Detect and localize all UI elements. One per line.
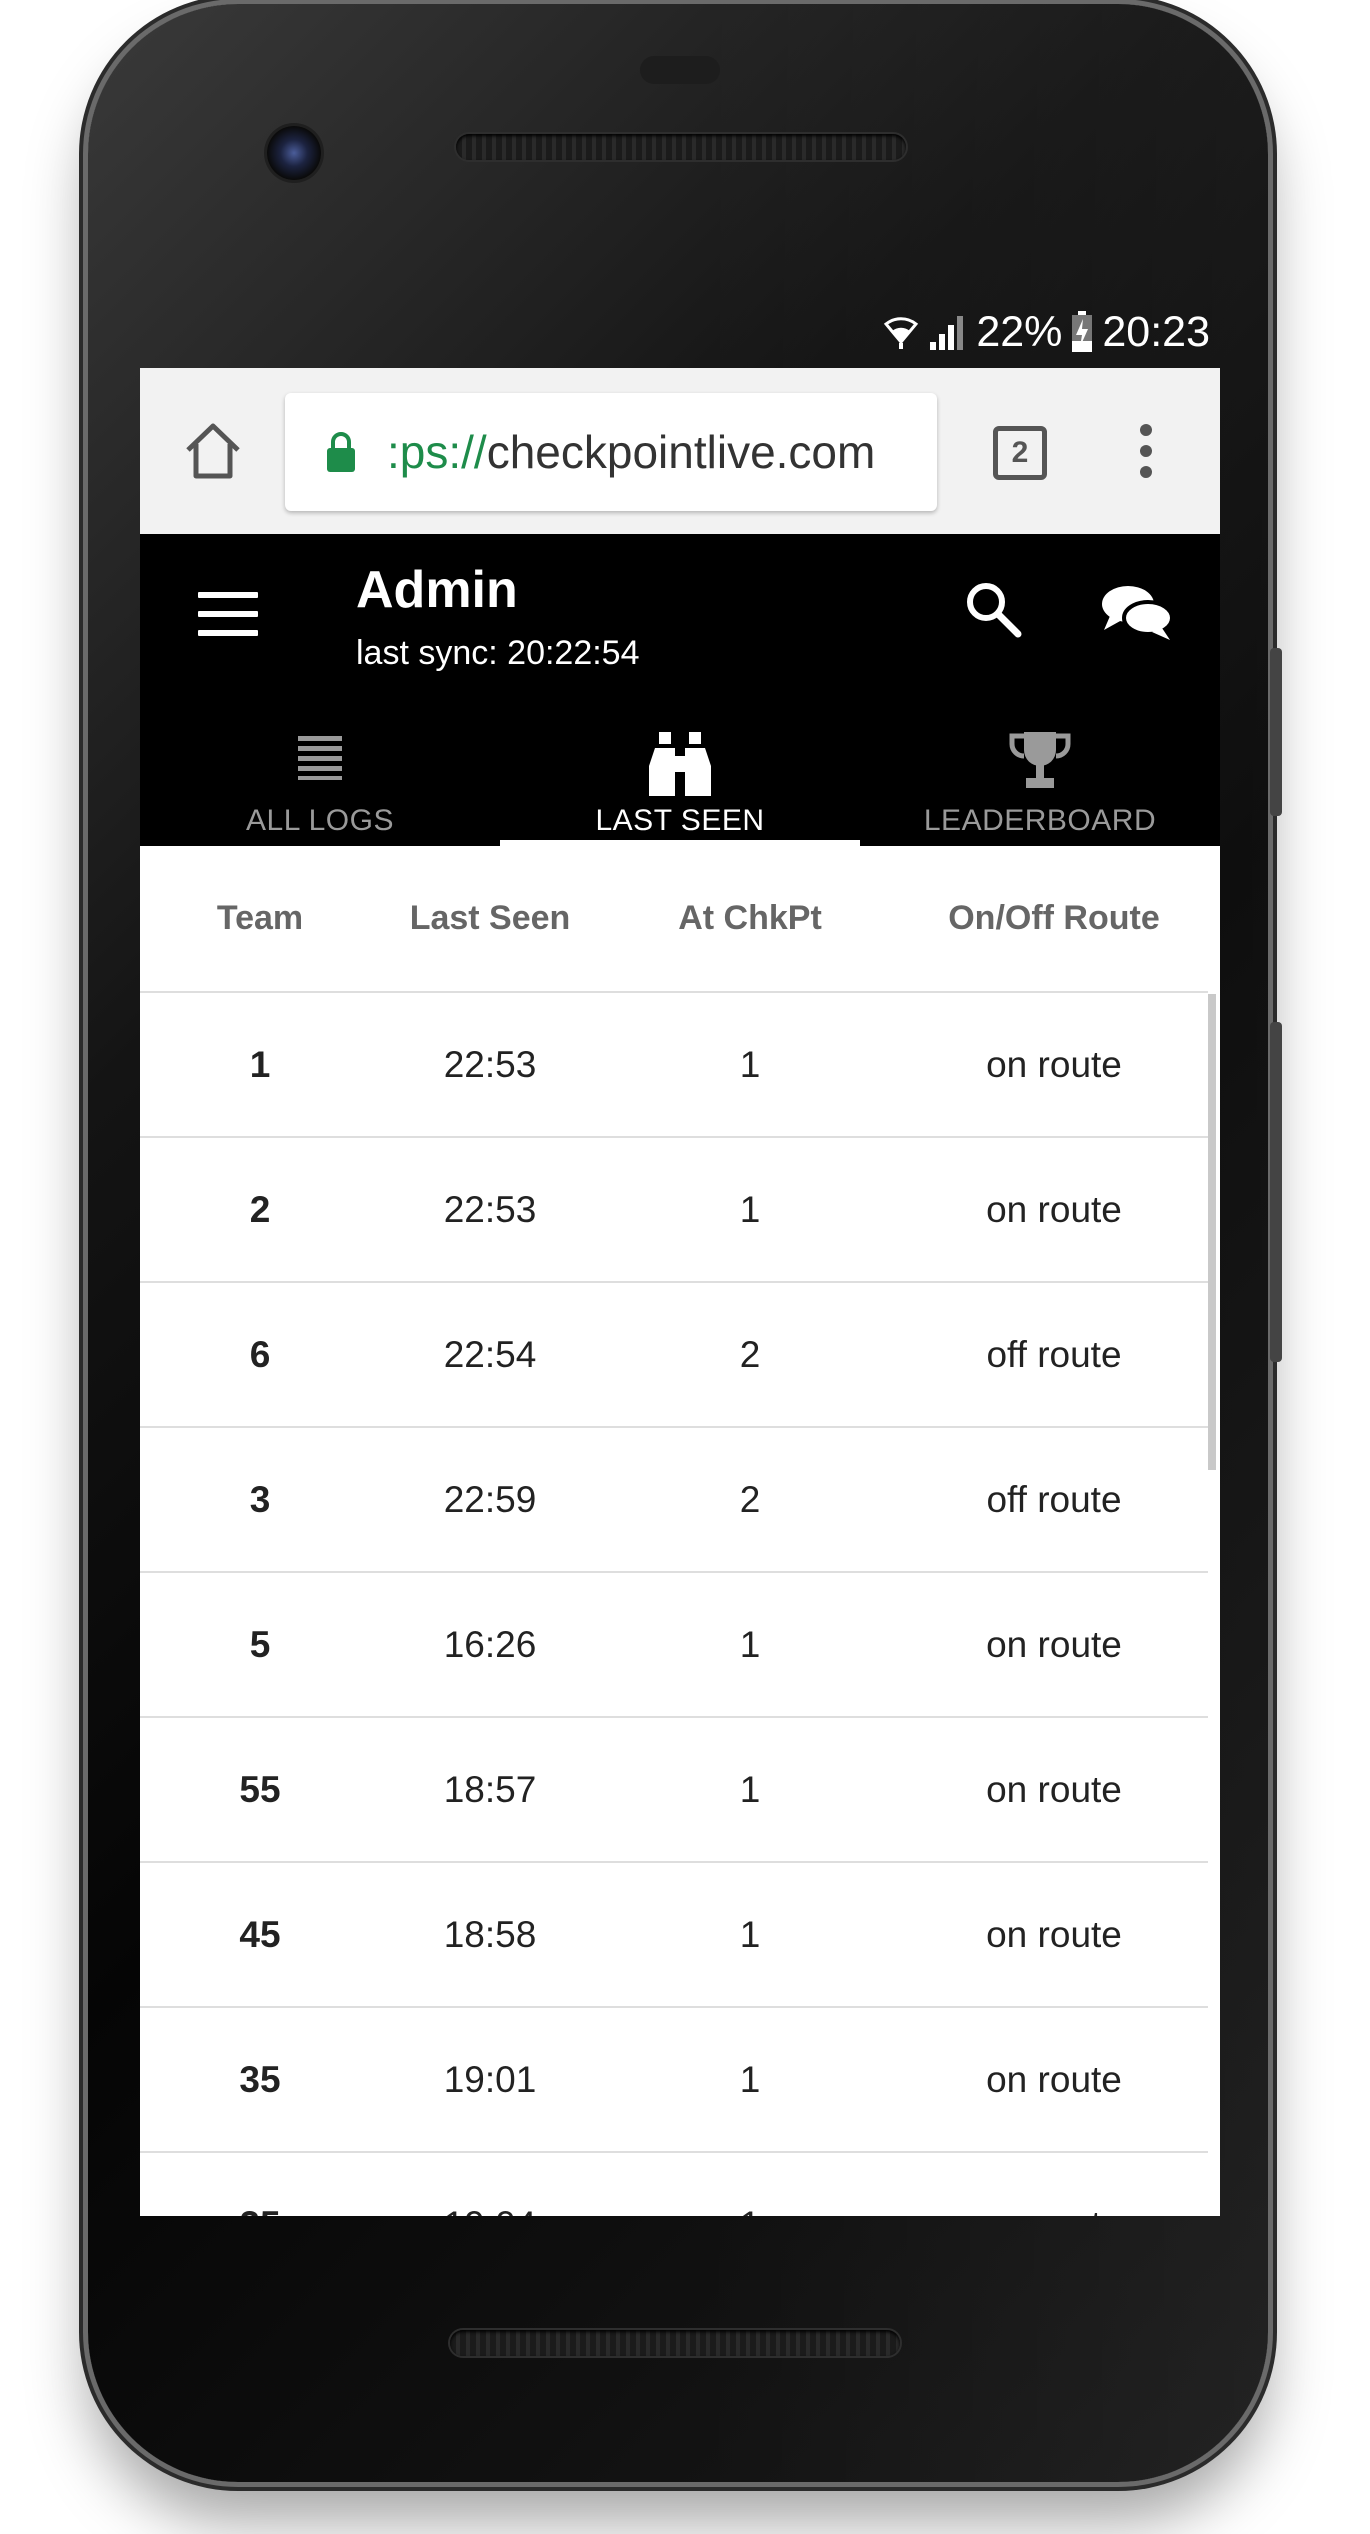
tab-all-logs[interactable]: ALL LOGS [140,716,500,846]
checkpoint-cell: 1 [600,1717,900,1863]
tab-label: LEADERBOARD [923,804,1157,837]
checkpoint-cell: 1 [600,1137,900,1283]
scrollbar[interactable] [1208,994,1216,1470]
volume-button [1270,1022,1282,1362]
table-row[interactable]: 55 18:57 1 on route [140,1717,1208,1863]
overflow-menu-icon[interactable] [1138,424,1154,484]
team-cell: 6 [140,1282,380,1428]
route-cell: on route [900,2152,1208,2216]
app-header: Admin last sync: 20:22:54 [140,534,1220,736]
binoculars-icon [649,732,711,796]
route-cell: on route [900,1717,1208,1863]
list-icon [298,736,342,780]
browser-toolbar: :ps://checkpointlive.com 2 [140,368,1220,534]
table-row[interactable]: 1 22:53 1 on route [140,992,1208,1138]
column-header-last-seen[interactable]: Last Seen [380,846,600,993]
tab-label: ALL LOGS [246,804,394,837]
team-cell: 55 [140,1717,380,1863]
checkpoint-cell: 1 [600,992,900,1138]
route-cell: on route [900,2007,1208,2153]
table-row[interactable]: 2 22:53 1 on route [140,1137,1208,1283]
tab-bar: ALL LOGS LAST SEEN LEADERBOARD [140,716,1220,846]
team-cell: 5 [140,1572,380,1718]
front-camera [267,126,321,180]
route-cell: on route [900,1572,1208,1718]
tabs-icon[interactable]: 2 [993,426,1047,480]
table-row[interactable]: 5 16:26 1 on route [140,1572,1208,1718]
last-sync-text: last sync: 20:22:54 [356,634,640,672]
tab-count: 2 [1011,436,1029,469]
page-title: Admin [356,561,518,619]
column-header-route[interactable]: On/Off Route [900,846,1208,993]
chat-icon[interactable] [1100,582,1174,642]
last-seen-cell: 19:01 [380,2007,600,2153]
route-cell: on route [900,1137,1208,1283]
url-bar[interactable]: :ps://checkpointlive.com [285,393,937,511]
url-text: :ps://checkpointlive.com [387,425,875,479]
last-seen-cell: 22:54 [380,1282,600,1428]
tab-leaderboard[interactable]: LEADERBOARD [860,716,1220,846]
clock: 20:23 [1102,307,1210,356]
team-cell: 2 [140,1137,380,1283]
column-header-at-chkpt[interactable]: At ChkPt [600,846,900,993]
last-seen-cell: 18:57 [380,1717,600,1863]
route-cell: on route [900,992,1208,1138]
home-icon[interactable] [180,418,246,484]
last-seen-cell: 18:58 [380,1862,600,2008]
signal-icon [930,316,964,350]
route-cell: off route [900,1282,1208,1428]
team-cell: 35 [140,2007,380,2153]
table-row[interactable]: 35 19:01 1 on route [140,2007,1208,2153]
battery-percent: 22% [976,307,1063,356]
table-row[interactable]: 25 19:04 1 on route [140,2152,1208,2216]
top-speaker [456,134,906,160]
url-host: checkpointlive.com [486,426,876,478]
tab-last-seen[interactable]: LAST SEEN [500,716,860,846]
url-scheme: :ps:// [387,426,487,478]
team-cell: 45 [140,1862,380,2008]
last-seen-cell: 19:04 [380,2152,600,2216]
team-cell: 1 [140,992,380,1138]
checkpoint-cell: 2 [600,1427,900,1573]
power-button [1270,648,1282,816]
proximity-sensor [640,56,720,84]
route-cell: on route [900,1862,1208,2008]
battery-charging-icon [1072,311,1093,352]
team-cell: 25 [140,2152,380,2216]
checkpoint-cell: 1 [600,2152,900,2216]
table-header-row: Team Last Seen At ChkPt On/Off Route [140,846,1208,993]
column-header-team[interactable]: Team [140,846,380,993]
checkpoint-cell: 2 [600,1282,900,1428]
last-seen-cell: 16:26 [380,1572,600,1718]
status-bar: 22% 20:23 [880,302,1210,362]
trophy-icon [1009,732,1071,788]
table-row[interactable]: 6 22:54 2 off route [140,1282,1208,1428]
wifi-icon [884,317,919,349]
team-cell: 3 [140,1427,380,1573]
tab-label: LAST SEEN [595,804,765,837]
menu-icon[interactable] [198,592,258,636]
checkpoint-cell: 1 [600,1572,900,1718]
lock-icon [327,432,355,472]
screen: :ps://checkpointlive.com 2 Admin last sy… [140,368,1220,2216]
route-cell: off route [900,1427,1208,1573]
last-seen-cell: 22:53 [380,992,600,1138]
last-seen-cell: 22:53 [380,1137,600,1283]
last-seen-table: Team Last Seen At ChkPt On/Off Route 1 2… [140,846,1208,2216]
checkpoint-cell: 1 [600,2007,900,2153]
table-row[interactable]: 45 18:58 1 on route [140,1862,1208,2008]
bottom-speaker [450,2330,900,2356]
checkpoint-cell: 1 [600,1862,900,2008]
last-seen-cell: 22:59 [380,1427,600,1573]
table-row[interactable]: 3 22:59 2 off route [140,1427,1208,1573]
last-seen-table-container[interactable]: Team Last Seen At ChkPt On/Off Route 1 2… [140,846,1220,2216]
search-icon[interactable] [962,578,1024,640]
